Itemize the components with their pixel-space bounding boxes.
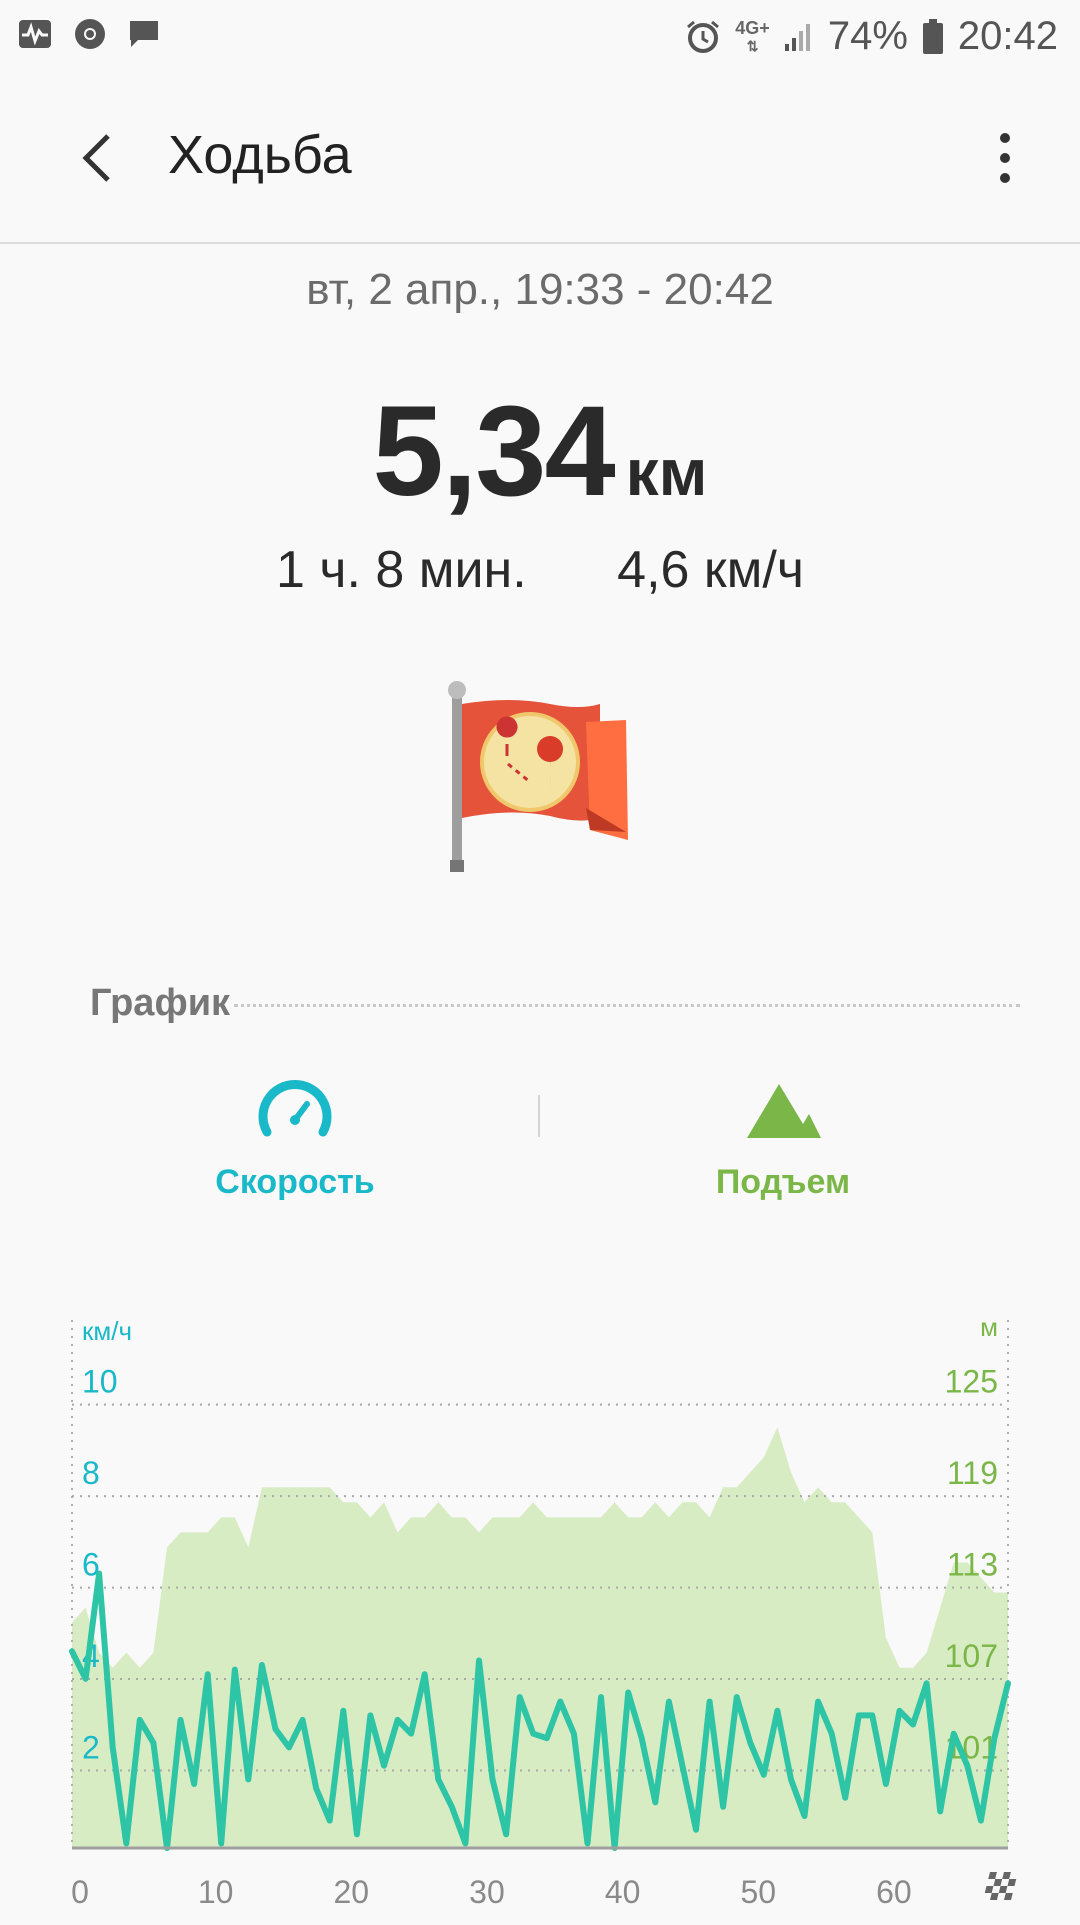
- app-bar: Ходьба: [0, 78, 1080, 244]
- x-tick-label: 20: [334, 1874, 370, 1910]
- workout-stats: 1 ч. 8 мин. 4,6 км/ч: [0, 540, 1080, 600]
- left-axis-unit: км/ч: [82, 1316, 132, 1346]
- x-tick-label: 10: [198, 1874, 234, 1910]
- notification-icons: [18, 18, 160, 50]
- battery-icon: [922, 18, 943, 54]
- elevation-area: [72, 1427, 1008, 1848]
- battery-percent: 74%: [827, 14, 908, 58]
- health-activity-icon: [19, 20, 51, 48]
- chart-svg: 10 1258 1196 1134 1072 101км/ч м0 10 20 30 40 50 60: [69, 1312, 1018, 1910]
- distance-summary: 5,34 км: [0, 378, 1080, 525]
- x-tick-label: 50: [740, 1874, 776, 1910]
- network-type: 4G+ ⇅: [735, 17, 770, 54]
- tab-speed-label: Скорость: [215, 1163, 375, 1201]
- tab-elevation[interactable]: Подъем: [633, 1080, 933, 1202]
- chart-section-header: График: [90, 982, 1020, 1032]
- finish-flag-icon: [983, 1872, 1018, 1900]
- duration: 1 ч. 8 мин.: [276, 541, 527, 599]
- message-icon: [130, 21, 158, 47]
- right-tick-label: 125: [945, 1364, 998, 1400]
- left-tick-label: 10: [82, 1364, 118, 1400]
- status-right: 4G+ ⇅ 74% 20:42: [685, 14, 1058, 59]
- right-tick-label: 119: [947, 1455, 998, 1491]
- x-tick-label: 0: [71, 1874, 89, 1910]
- workout-date-range: вт, 2 апр., 19:33 - 20:42: [306, 265, 774, 314]
- route-flag-icon: [448, 681, 628, 872]
- clock: 20:42: [957, 14, 1058, 58]
- speedometer-icon: [258, 1080, 332, 1137]
- section-divider: [234, 1004, 1020, 1007]
- right-tick-label: 113: [947, 1547, 998, 1583]
- right-tick-label: 107: [945, 1638, 998, 1674]
- distance-value: 5,34: [372, 380, 616, 523]
- speed-elevation-chart: 10 125 8 119 6 113 4 107 2 101 км/ч м 0 10 20 30 40 50 60: [0, 1300, 1080, 1920]
- tab-speed[interactable]: Скорость: [145, 1080, 445, 1202]
- x-tick-label: 40: [605, 1874, 641, 1910]
- tab-divider: [538, 1095, 540, 1137]
- average-speed: 4,6 км/ч: [617, 541, 804, 599]
- right-axis-unit: м: [980, 1312, 998, 1342]
- left-tick-label: 2: [82, 1730, 100, 1766]
- status-bar: 4G+ ⇅ 74% 20:42: [0, 0, 1080, 78]
- back-arrow-icon[interactable]: [70, 128, 130, 188]
- tab-elevation-label: Подъем: [715, 1163, 851, 1201]
- section-label: График: [90, 982, 231, 1024]
- page-title: Ходьба: [168, 125, 352, 185]
- mountain-icon: [747, 1084, 821, 1138]
- more-options-icon[interactable]: [990, 128, 1020, 188]
- chrome-icon: [75, 19, 105, 49]
- signal-icon: [784, 23, 810, 51]
- distance-unit: км: [625, 435, 708, 509]
- left-tick-label: 8: [82, 1455, 100, 1491]
- x-tick-label: 30: [469, 1874, 505, 1910]
- x-tick-label: 60: [876, 1874, 912, 1910]
- alarm-icon: [687, 20, 720, 53]
